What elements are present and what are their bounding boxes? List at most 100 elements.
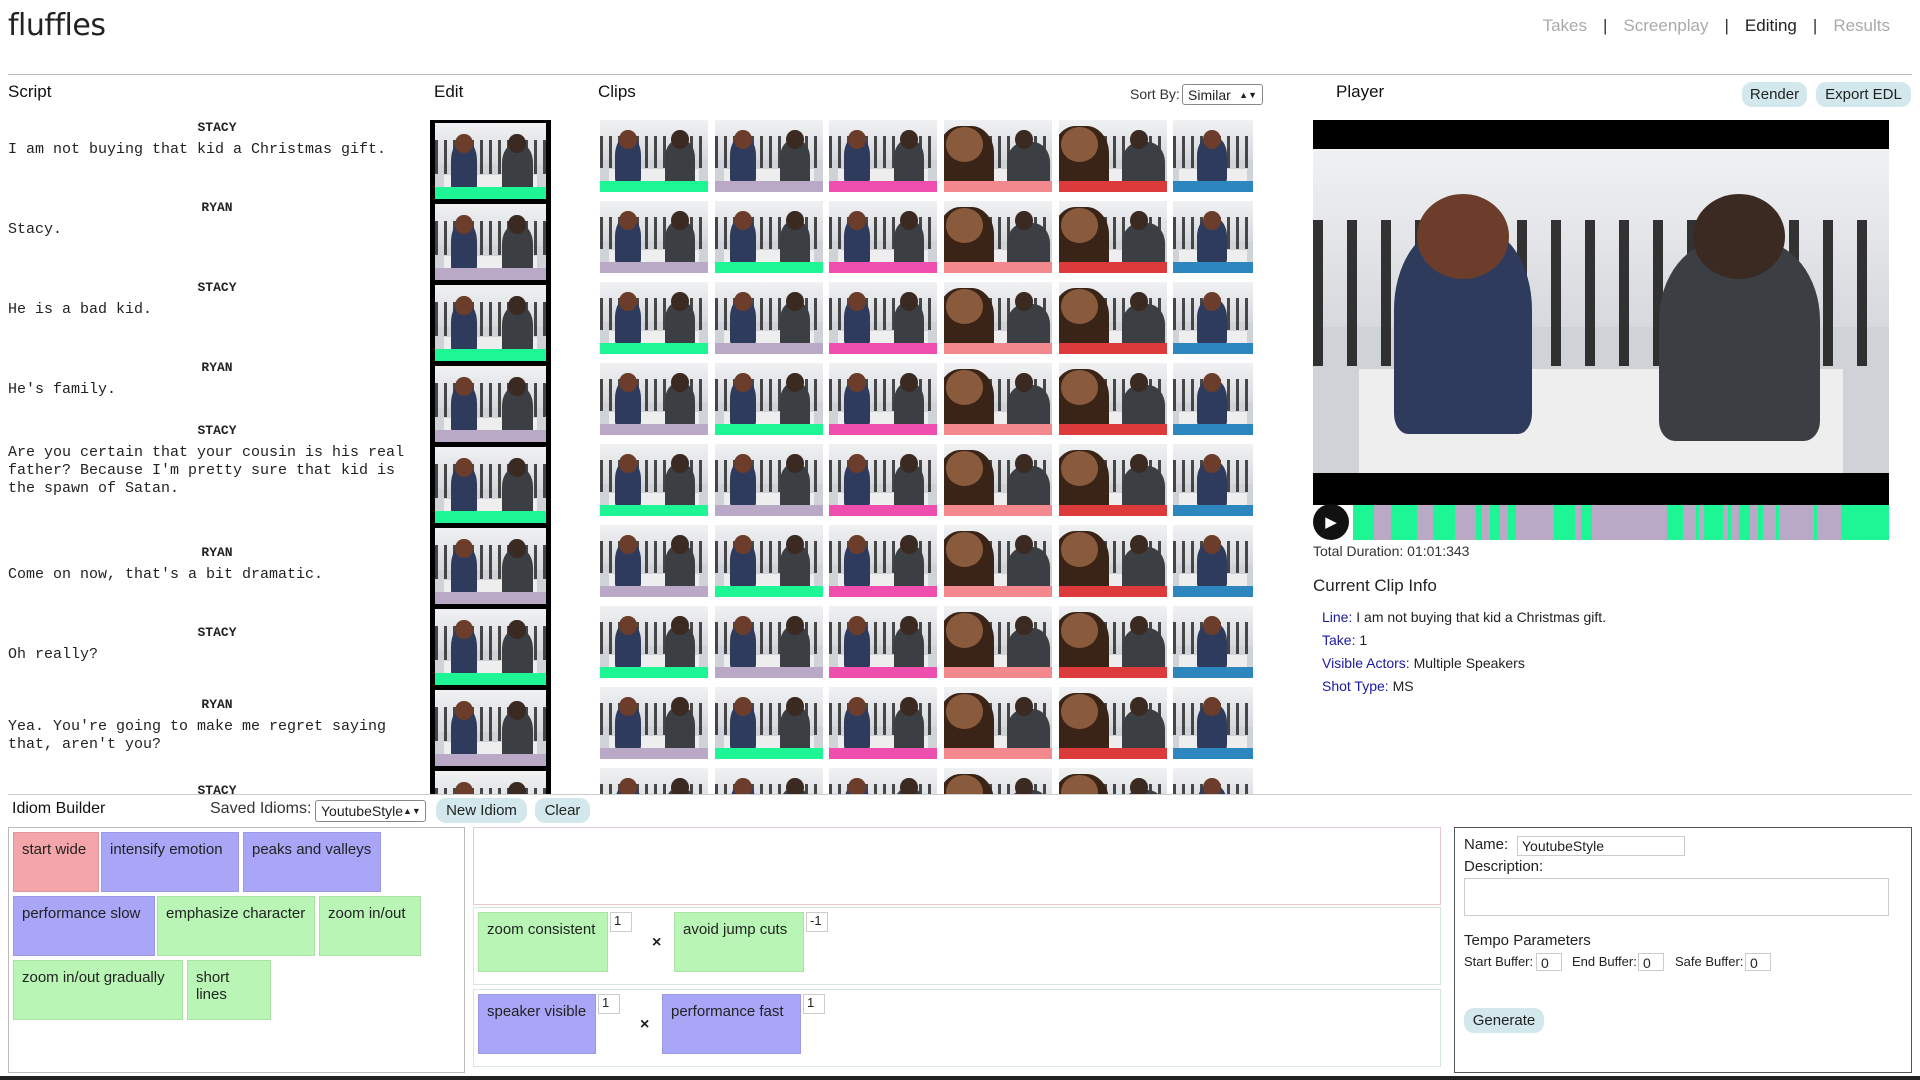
clip-thumbnail[interactable] [944,768,1052,794]
clip-thumbnail[interactable] [944,363,1052,435]
clip-thumbnail[interactable] [1173,606,1253,678]
start-buffer-input[interactable]: 0 [1536,953,1562,971]
clip-thumbnail[interactable] [829,444,937,516]
clip-thumbnail[interactable] [829,525,937,597]
play-button[interactable]: ▶ [1313,504,1349,540]
clip-thumbnail[interactable] [829,282,937,354]
export-edl-button[interactable]: Export EDL [1816,82,1911,107]
clip-thumbnail[interactable] [715,606,823,678]
edit-frame[interactable] [435,204,546,280]
script-block[interactable]: STACY Oh really? [8,625,428,664]
clip-thumbnail[interactable] [1173,363,1253,435]
rule-chip[interactable]: avoid jump cuts [674,912,804,972]
idiom-chip[interactable]: start wide [13,832,99,892]
clip-thumbnail[interactable] [829,120,937,192]
clip-thumbnail[interactable] [829,201,937,273]
render-button[interactable]: Render [1742,82,1807,107]
script-block[interactable]: RYAN Yea. You're going to make me regret … [8,697,428,754]
clip-thumbnail[interactable] [1059,201,1167,273]
idiom-chip[interactable]: intensify emotion [101,832,239,892]
clip-thumbnail[interactable] [1173,687,1253,759]
script-block[interactable]: RYAN Stacy. [8,200,428,239]
rule-chip[interactable]: speaker visible [478,994,596,1054]
clip-thumbnail[interactable] [1173,768,1253,794]
clip-thumbnail[interactable] [829,768,937,794]
edit-frame[interactable] [435,771,546,794]
clip-thumbnail[interactable] [715,282,823,354]
clip-thumbnail[interactable] [715,363,823,435]
clip-thumbnail[interactable] [600,444,708,516]
nav-takes[interactable]: Takes [1527,16,1603,36]
idiom-chip[interactable]: zoom in/out gradually [13,960,183,1020]
idiom-chip[interactable]: performance slow [13,896,155,956]
clip-thumbnail[interactable] [1059,444,1167,516]
idiom-chip[interactable]: peaks and valleys [243,832,381,892]
script-block[interactable]: STACY Are you certain that your cousin is… [8,423,428,498]
clip-thumbnail[interactable] [944,201,1052,273]
clip-thumbnail[interactable] [600,525,708,597]
clip-thumbnail[interactable] [600,363,708,435]
clip-thumbnail[interactable] [1059,768,1167,794]
script-block[interactable]: RYAN He's family. [8,360,428,399]
rule-weight-input[interactable]: 1 [610,912,632,932]
edit-frame[interactable] [435,690,546,766]
saved-idioms-select[interactable]: YoutubeStyle ▲▼ [315,800,426,822]
clip-thumbnail[interactable] [1173,201,1253,273]
edit-frame[interactable] [435,609,546,685]
clip-thumbnail[interactable] [600,606,708,678]
clip-thumbnail[interactable] [715,120,823,192]
idiom-chip[interactable]: short lines [187,960,271,1020]
idiom-chip[interactable]: emphasize character [157,896,315,956]
clip-thumbnail[interactable] [600,282,708,354]
idiom-chip[interactable]: zoom in/out [319,896,421,956]
edit-frame[interactable] [435,447,546,523]
new-idiom-button[interactable]: New Idiom [436,798,527,823]
rule-chip[interactable]: zoom consistent [478,912,608,972]
script-block[interactable]: STACY I am not buying that kid a Christma… [8,120,428,159]
script-block[interactable]: STACY [8,783,428,794]
rule-chip[interactable]: performance fast [662,994,801,1054]
edit-frame[interactable] [435,366,546,442]
script-block[interactable]: STACY He is a bad kid. [8,280,428,319]
clip-thumbnail[interactable] [944,282,1052,354]
clip-thumbnail[interactable] [1173,120,1253,192]
clip-thumbnail[interactable] [829,606,937,678]
edit-frame[interactable] [435,123,546,199]
rule-weight-input[interactable]: -1 [806,912,828,932]
nav-editing[interactable]: Editing [1729,16,1813,36]
rule-weight-input[interactable]: 1 [598,994,620,1014]
edit-frame[interactable] [435,285,546,361]
clip-thumbnail[interactable] [829,687,937,759]
clip-thumbnail[interactable] [600,120,708,192]
idiom-rule-row[interactable]: speaker visible 1 × performance fast 1 [473,989,1441,1067]
clip-thumbnail[interactable] [944,525,1052,597]
generate-button[interactable]: Generate [1464,1008,1544,1033]
script-block[interactable]: RYAN Come on now, that's a bit dramatic. [8,545,428,584]
nav-screenplay[interactable]: Screenplay [1607,16,1724,36]
end-buffer-input[interactable]: 0 [1638,953,1664,971]
clip-thumbnail[interactable] [600,687,708,759]
clear-button[interactable]: Clear [535,798,590,823]
clip-thumbnail[interactable] [715,444,823,516]
clip-thumbnail[interactable] [1059,525,1167,597]
clip-thumbnail[interactable] [1173,444,1253,516]
clip-thumbnail[interactable] [600,768,708,794]
clip-thumbnail[interactable] [1059,282,1167,354]
safe-buffer-input[interactable]: 0 [1745,953,1771,971]
clip-thumbnail[interactable] [829,363,937,435]
video-player[interactable] [1313,120,1889,505]
clip-thumbnail[interactable] [1059,606,1167,678]
clip-thumbnail[interactable] [944,120,1052,192]
clip-thumbnail[interactable] [715,768,823,794]
clip-thumbnail[interactable] [715,687,823,759]
edit-frame[interactable] [435,528,546,604]
rule-drop-zone-empty[interactable] [473,827,1441,905]
clip-thumbnail[interactable] [944,687,1052,759]
nav-results[interactable]: Results [1817,16,1906,36]
clip-thumbnail[interactable] [944,444,1052,516]
clip-thumbnail[interactable] [715,525,823,597]
clip-thumbnail[interactable] [715,201,823,273]
clip-thumbnail[interactable] [944,606,1052,678]
clip-thumbnail[interactable] [600,201,708,273]
description-input[interactable] [1464,878,1889,916]
